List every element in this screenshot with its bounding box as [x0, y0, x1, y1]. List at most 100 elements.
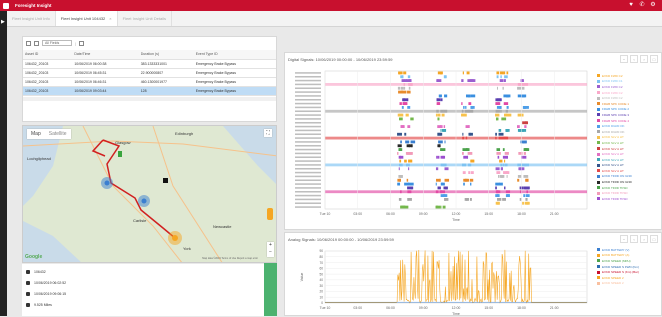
column-header[interactable]: Date/Time [72, 50, 139, 60]
x-tick-label: 21:00 [550, 212, 559, 216]
expand-icon[interactable]: ▶ [1, 19, 5, 25]
signal-bar [502, 198, 506, 201]
export-icon[interactable] [79, 40, 85, 46]
signal-bar [436, 178, 441, 182]
column-header[interactable]: Duration (s) [138, 50, 194, 60]
legend-item[interactable]: FRHB SPK CODE 1 [597, 101, 632, 107]
signal-bar [470, 106, 475, 109]
legend-label: EVKD TFRD ON GND [602, 180, 632, 185]
user-settings-icon[interactable]: ⚙ [650, 2, 656, 8]
signal-bar [522, 121, 527, 125]
signal-bar [523, 106, 526, 109]
cluster-marker-core[interactable] [104, 180, 110, 186]
filter-icon[interactable] [34, 40, 39, 46]
legend-swatch [597, 124, 600, 128]
city-label: Glasgow [115, 140, 131, 145]
signal-bar [442, 155, 446, 159]
pin-icon[interactable] [163, 178, 168, 183]
legend-item[interactable]: EVKD TFRD ON GND [597, 179, 632, 185]
tab-unit-info[interactable]: Fleet Insight Unit Info [7, 11, 56, 26]
fields-select[interactable]: All Fields [42, 40, 72, 46]
table-row-selected[interactable]: 106432_20103 10/06/2019 09:03:44 128 Eme… [23, 86, 276, 96]
signal-bar [398, 155, 401, 159]
legend-item[interactable]: EVKD SPEED S (Km) (Bar) [597, 269, 639, 275]
tab-unit-details[interactable]: Fleet Insight Unit Details [118, 11, 172, 26]
signal-label [295, 202, 321, 205]
tab-bar: Fleet Insight Unit Info Fleet Insight Un… [7, 11, 662, 27]
signal-bar [468, 109, 474, 113]
legend-label: EVKD BATTERY (A) [602, 253, 630, 258]
signal-bar [444, 186, 448, 190]
legend-item[interactable]: FRHB SPK CODE 4 [597, 118, 632, 124]
heart-icon[interactable]: ♥ [628, 2, 634, 8]
signal-label [295, 114, 321, 116]
table-cell: 10/06/2019 06:00:38 [72, 59, 139, 69]
signal-bar [517, 83, 519, 86]
cluster-marker-core[interactable] [141, 198, 147, 204]
signal-bar [441, 148, 446, 151]
columns-icon[interactable] [26, 40, 31, 46]
legend-swatch [597, 152, 600, 156]
legend-label: EVKD SPEED 2 [602, 275, 624, 280]
street-view-icon[interactable] [267, 208, 273, 220]
x-tick-label: 09:00 [419, 212, 428, 216]
table-cell: 460.1300001977 [138, 77, 194, 87]
signal-bar [461, 102, 463, 105]
route-icon [26, 303, 30, 307]
signal-bar [517, 113, 522, 117]
fullscreen-icon[interactable]: ⛶ [264, 129, 272, 137]
signal-bar [506, 94, 511, 98]
legend-item[interactable]: FRHB SPK CODE 2 [597, 107, 632, 113]
signal-label [295, 98, 321, 101]
map-type-map[interactable]: Map [27, 129, 45, 139]
signal-bar [436, 109, 439, 113]
y-tick-label: 80 [319, 255, 323, 259]
legend-item[interactable]: FRHB SPK CODE 3 [597, 112, 632, 118]
cluster-marker-core[interactable] [172, 235, 178, 241]
legend-item[interactable]: EVKD TFRD TFSD [597, 185, 632, 191]
signal-bar [443, 109, 448, 113]
table-row[interactable]: 106432_20103 10/06/2019 06:00:38 383.133… [23, 59, 276, 69]
legend-item[interactable]: EVKD TFRD TFSD [597, 190, 632, 196]
legend-item[interactable]: EVKD SPEED S FWD (Km) [597, 264, 639, 270]
phone-icon[interactable]: ✆ [639, 2, 645, 8]
column-header[interactable]: Asset ID [23, 50, 73, 60]
x-tick-label: Tue 10 [320, 212, 331, 216]
grid-toolbar: All Fields | [23, 37, 276, 49]
map-credit[interactable]: Map data ©2019 Terms of Use Report a map… [202, 257, 258, 260]
signal-bar [435, 167, 439, 171]
signal-bar [495, 102, 497, 105]
signal-label [295, 121, 321, 124]
signal-bar [407, 75, 411, 79]
signal-bar [504, 159, 506, 163]
signal-bar [439, 71, 442, 75]
app-title: Foresight Insight [15, 3, 52, 8]
signal-label [295, 187, 321, 189]
signal-label [295, 118, 321, 120]
legend-item[interactable]: EVKD SPEED 2 [597, 281, 639, 287]
city-label: Edinburgh [175, 131, 194, 136]
signal-bar [400, 140, 402, 144]
map-type-satellite[interactable]: Satellite [45, 129, 71, 139]
signal-bar [497, 201, 500, 205]
tab-unit-104432[interactable]: Fleet Insight Unit 104432 × [55, 11, 118, 26]
column-header[interactable]: Event Type ID [193, 50, 276, 60]
signal-label [295, 175, 321, 178]
signal-bar [522, 155, 527, 159]
signal-bar [523, 175, 529, 178]
legend-item[interactable]: EVKD TFRD TFSD [597, 196, 632, 202]
signal-bar [408, 83, 413, 86]
legend-item[interactable]: EVKD TFRD ON GND [597, 174, 632, 180]
table-row[interactable]: 106432_20103 10/06/2019 06:46:31 460.130… [23, 77, 276, 87]
close-icon[interactable]: × [109, 16, 111, 21]
signal-bar [401, 113, 404, 117]
signal-bar [461, 109, 464, 113]
start-flag-icon[interactable] [118, 151, 122, 157]
signal-bar [397, 182, 401, 186]
side-toggle-bar[interactable] [264, 263, 277, 316]
route-map[interactable]: Map Satellite ⛶ Edinburgh Glasgow Lochgi… [22, 125, 277, 263]
signal-bar [518, 152, 523, 155]
table-row[interactable]: 106432_20103 10/06/2019 06:45:31 22.9000… [23, 68, 276, 78]
zoom-control[interactable]: + − [267, 242, 274, 257]
y-axis-label: Value [300, 273, 304, 282]
